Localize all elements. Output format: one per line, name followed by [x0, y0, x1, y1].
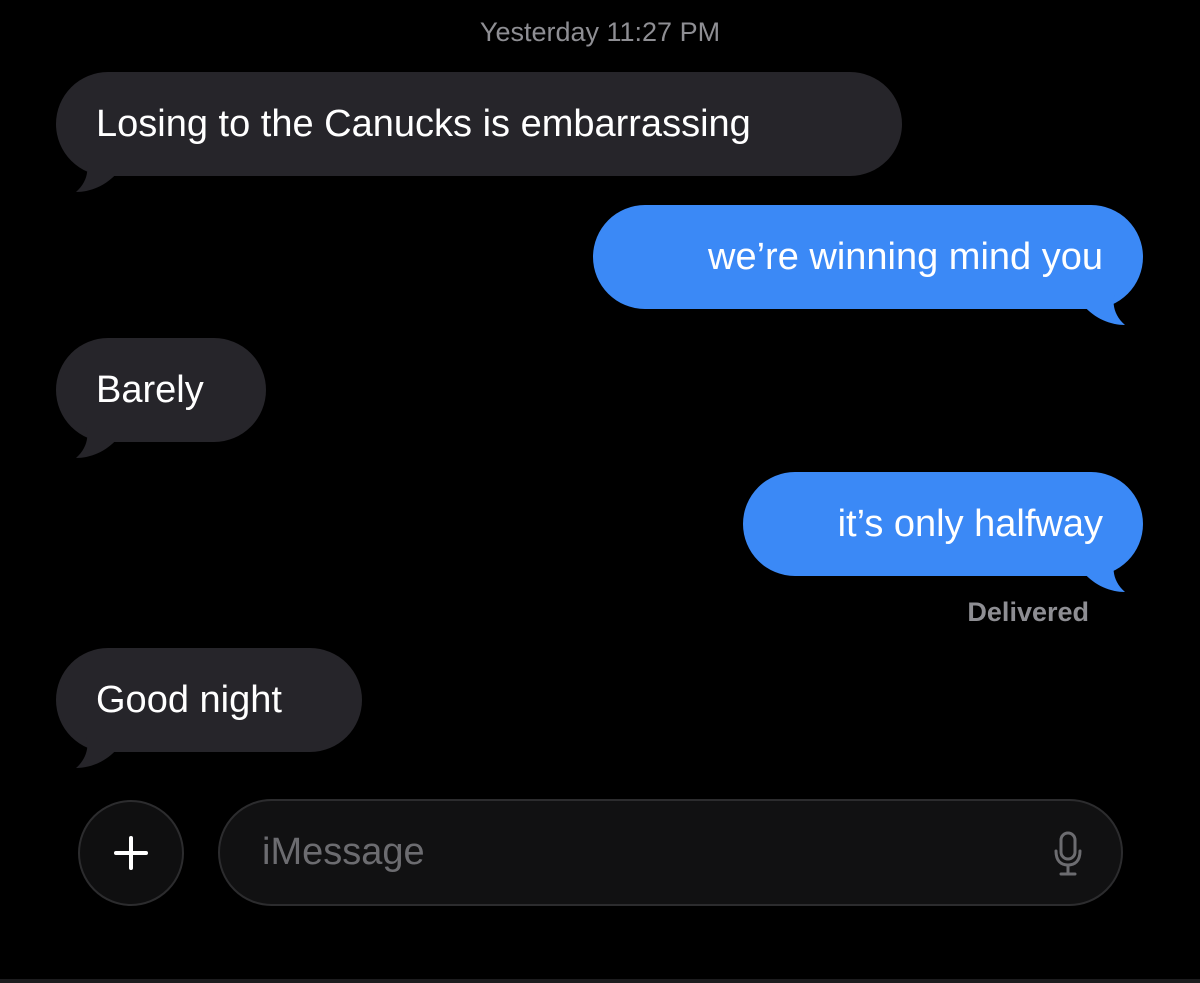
bubble-tail-icon [76, 420, 118, 458]
bubble-tail-icon [76, 154, 118, 192]
plus-icon [114, 836, 148, 870]
message-text: we’re winning mind you [708, 235, 1103, 278]
message-text: Losing to the Canucks is embarrassing [96, 102, 751, 145]
message-input[interactable] [262, 801, 1022, 904]
message-composer[interactable] [218, 799, 1123, 906]
message-text: Good night [96, 678, 282, 721]
message-bubble-incoming[interactable]: Barely [56, 338, 266, 458]
delivery-status: Delivered [967, 597, 1089, 627]
message-bubble-incoming[interactable]: Good night [56, 648, 362, 768]
bubble-tail-icon [1083, 287, 1125, 325]
message-text: it’s only halfway [837, 502, 1103, 545]
screen-bottom-edge [0, 979, 1200, 983]
add-attachment-button[interactable] [78, 800, 184, 906]
message-bubble-incoming[interactable]: Losing to the Canucks is embarrassing [56, 72, 902, 192]
bubble-tail-icon [1083, 554, 1125, 592]
conversation-timestamp: Yesterday 11:27 PM [479, 17, 721, 47]
message-bubble-outgoing[interactable]: we’re winning mind you [593, 205, 1143, 325]
bubble-tail-icon [76, 730, 118, 768]
microphone-icon[interactable] [1053, 831, 1083, 877]
message-text: Barely [96, 368, 204, 411]
message-bubble-outgoing[interactable]: it’s only halfway [743, 472, 1143, 592]
